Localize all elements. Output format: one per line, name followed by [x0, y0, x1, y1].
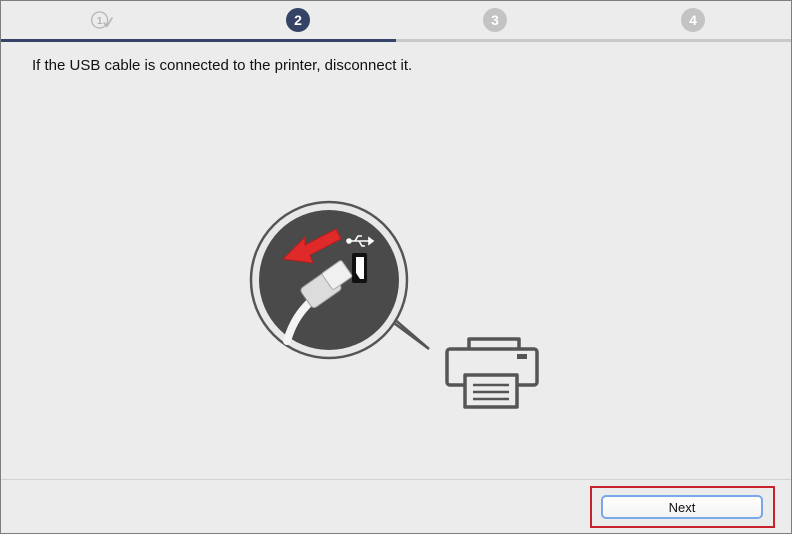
step-3-number: 3: [491, 12, 499, 28]
disconnect-usb-illustration: [249, 200, 539, 409]
step-2-number: 2: [294, 12, 302, 28]
step-indicator: 1 2 3 4: [1, 1, 791, 42]
step-4-number: 4: [689, 12, 697, 28]
setup-window: 1 2 3 4 If the USB cable is connected to…: [0, 0, 792, 534]
step-2-indicator: 2: [286, 8, 310, 32]
instruction-text: If the USB cable is connected to the pri…: [32, 57, 413, 74]
next-button[interactable]: Next: [601, 495, 763, 519]
step-1-done-indicator: 1: [90, 8, 114, 32]
usb-port-icon: [352, 253, 367, 283]
svg-text:1: 1: [97, 16, 103, 27]
footer-divider: [1, 479, 791, 480]
step-3-indicator: 3: [483, 8, 507, 32]
progress-track-remaining: [396, 39, 791, 42]
printer-icon: [445, 337, 539, 409]
progress-track-completed: [1, 39, 396, 42]
step-4-indicator: 4: [681, 8, 705, 32]
step-1-check-icon: 1: [90, 11, 114, 29]
